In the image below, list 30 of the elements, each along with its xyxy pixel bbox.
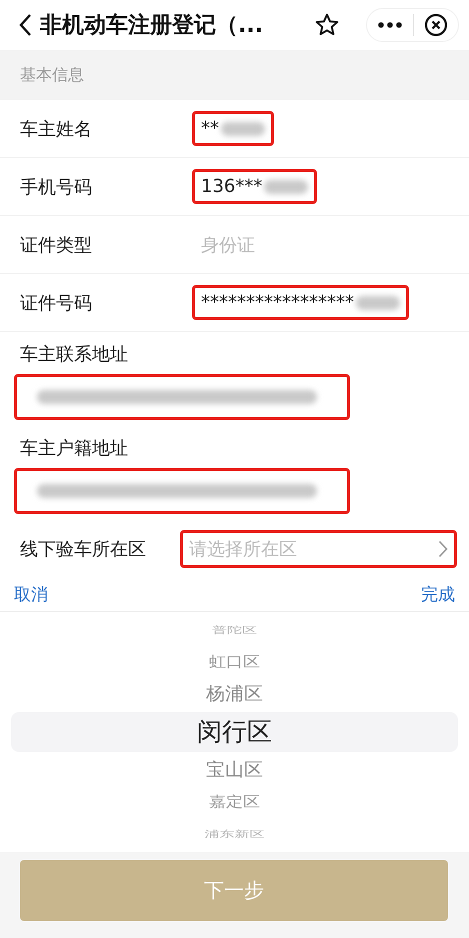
close-icon[interactable] — [424, 13, 448, 37]
select-placeholder: 请选择所在区 — [189, 538, 297, 560]
done-button[interactable]: 完成 — [421, 582, 455, 606]
field-value: 136*** — [201, 176, 262, 197]
field-label: 手机号码 — [20, 176, 93, 198]
next-button[interactable]: 下一步 — [20, 860, 448, 921]
star-icon[interactable] — [314, 12, 340, 38]
picker-option[interactable]: 嘉定区 — [11, 788, 458, 816]
field-label: 车主联系地址 — [19, 343, 129, 366]
field-value: ** — [201, 118, 219, 139]
picker-option[interactable]: 普陀区 — [11, 620, 458, 640]
page-title: 非机动车注册登记（... — [40, 12, 264, 40]
picker-option[interactable]: 虹口区 — [11, 648, 458, 676]
section-title: 基本信息 — [20, 64, 84, 86]
cancel-button[interactable]: 取消 — [14, 582, 48, 606]
field-value: 身份证 — [201, 234, 255, 256]
chevron-right-icon — [438, 540, 448, 558]
picker-option[interactable]: 杨浦区 — [11, 678, 458, 710]
picker-option[interactable]: 闵行区 — [11, 712, 458, 752]
more-icon[interactable] — [377, 21, 403, 29]
picker-option[interactable]: 浦东新区 — [11, 824, 458, 844]
back-icon[interactable] — [18, 13, 32, 37]
field-label: 线下验车所在区 — [20, 538, 147, 560]
field-label: 车主户籍地址 — [19, 437, 129, 460]
field-label: 证件号码 — [20, 292, 93, 314]
field-label: 证件类型 — [20, 234, 93, 256]
picker-option[interactable]: 宝山区 — [11, 754, 458, 786]
field-value: ***************** — [201, 292, 354, 313]
field-label: 车主姓名 — [20, 118, 93, 140]
select-field[interactable]: 请选择所在区 — [180, 530, 457, 568]
